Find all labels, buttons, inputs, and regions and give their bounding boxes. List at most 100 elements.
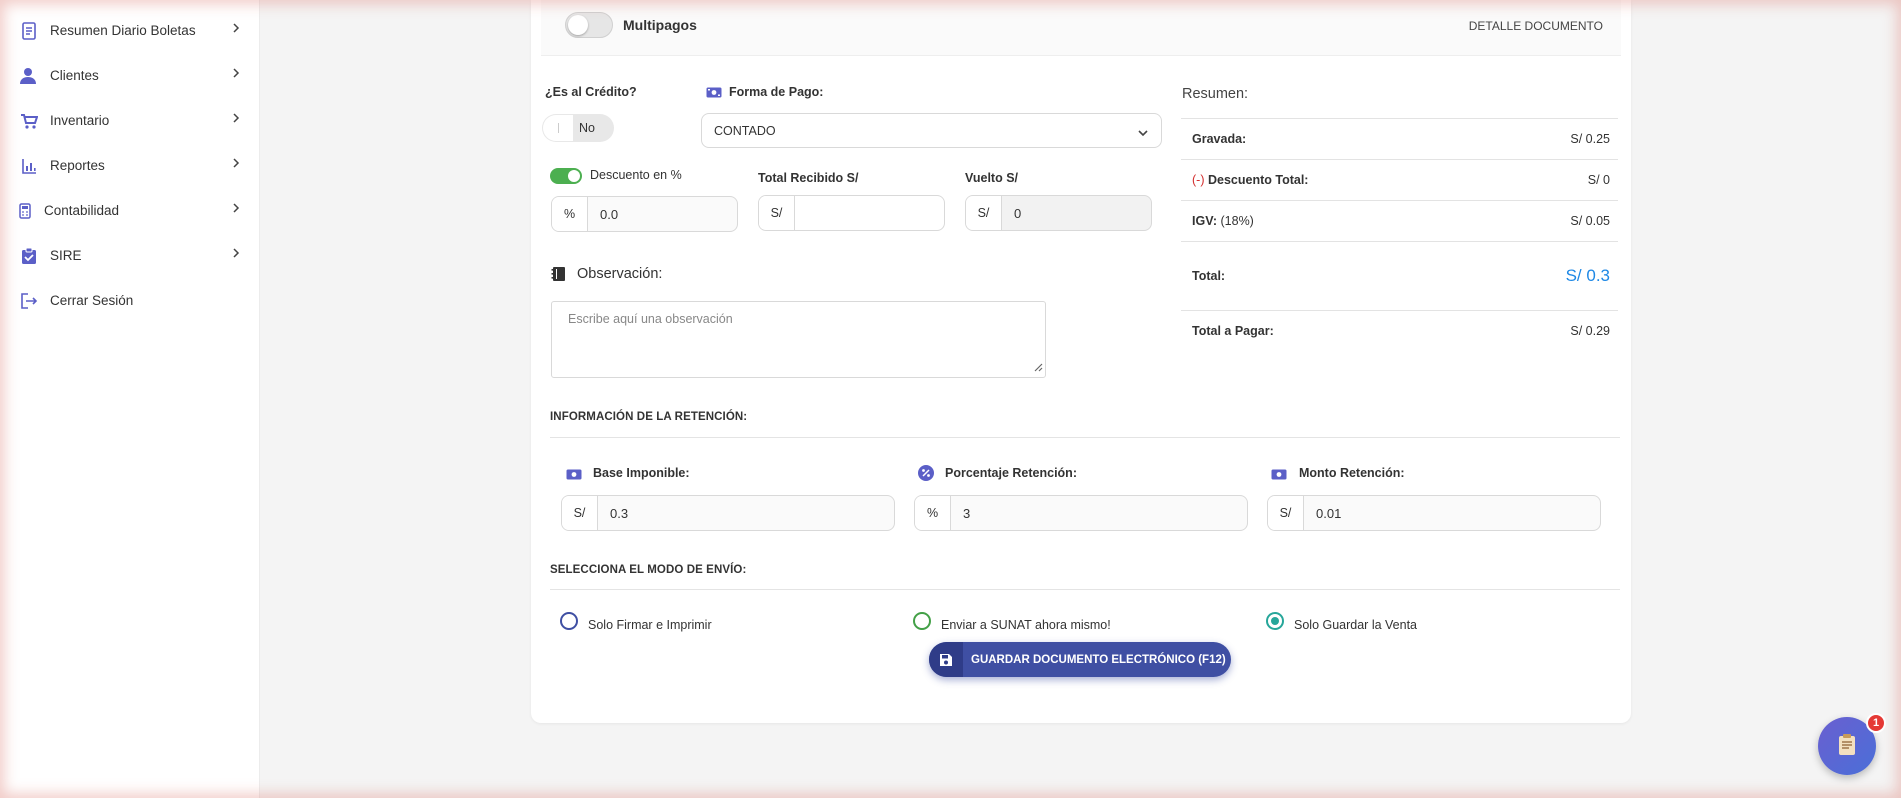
chevron-right-icon — [232, 202, 240, 217]
resize-handle-icon[interactable] — [1033, 361, 1043, 375]
sidebar-item-inventario[interactable]: Inventario — [0, 98, 260, 143]
chart-icon — [18, 155, 40, 177]
sidebar-item-clientes[interactable]: Clientes — [0, 53, 260, 98]
document-form-card: Multipagos DETALLE DOCUMENTO ¿Es al Créd… — [531, 0, 1631, 723]
descuento-label: Descuento en % — [590, 168, 682, 182]
notebook-icon — [551, 266, 566, 285]
forma-pago-label: Forma de Pago: — [729, 85, 824, 99]
igv-text: IGV: — [1192, 214, 1218, 228]
sidebar: Resumen Diario Boletas Clientes Inventar… — [0, 0, 260, 798]
radio-enviar-sunat-label[interactable]: Enviar a SUNAT ahora mismo! — [941, 618, 1111, 632]
detalle-documento-link[interactable]: DETALLE DOCUMENTO — [1469, 19, 1603, 33]
sidebar-item-resumen-diario[interactable]: Resumen Diario Boletas — [0, 8, 260, 53]
total-recibido-value — [795, 196, 944, 230]
sidebar-item-contabilidad[interactable]: Contabilidad — [0, 188, 260, 233]
porcentaje-retencion-label: Porcentaje Retención: — [945, 466, 1077, 480]
calculator-icon — [14, 200, 36, 222]
forma-pago-value: CONTADO — [714, 123, 776, 138]
logout-icon — [18, 290, 40, 312]
porcentaje-value: 3 — [963, 505, 971, 521]
summary-row-igv: IGV: (18%) S/ 0.05 — [1181, 200, 1618, 241]
sidebar-item-label: Reportes — [50, 158, 105, 173]
radio-solo-guardar[interactable] — [1266, 612, 1284, 630]
money-icon — [566, 468, 582, 483]
chevron-right-icon — [232, 22, 240, 37]
gravada-value: S/ 0.25 — [1570, 132, 1610, 146]
vuelto-label: Vuelto S/ — [965, 171, 1019, 185]
igv-rate: (18%) — [1220, 214, 1254, 228]
descuento-total-value: S/ 0 — [1587, 173, 1610, 187]
total-label: Total: — [1192, 269, 1226, 283]
summary-row-total-pagar: Total a Pagar: S/ 0.29 — [1181, 310, 1618, 350]
chevron-right-icon — [232, 67, 240, 82]
radio-solo-firmar-label[interactable]: Solo Firmar e Imprimir — [588, 618, 712, 632]
observacion-placeholder: Escribe aquí una observación — [568, 312, 733, 326]
sidebar-item-label: Cerrar Sesión — [50, 293, 134, 308]
igv-label: IGV: (18%) — [1192, 214, 1254, 228]
porcentaje-addon: % — [915, 496, 951, 530]
sidebar-item-label: Clientes — [50, 68, 99, 83]
vuelto-input: S/ 0 — [965, 195, 1152, 231]
monto-retencion-input: S/ 0.01 — [1267, 495, 1601, 531]
porcentaje-retencion-input: % 3 — [914, 495, 1248, 531]
chevron-right-icon — [232, 247, 240, 262]
radio-solo-firmar[interactable] — [560, 612, 578, 630]
multipagos-toggle[interactable] — [565, 12, 613, 38]
descuento-toggle[interactable] — [550, 168, 582, 184]
multipagos-label: Multipagos — [623, 17, 697, 33]
guardar-documento-button[interactable]: GUARDAR DOCUMENTO ELECTRÓNICO (F12) — [929, 642, 1231, 677]
sidebar-item-sire[interactable]: SIRE — [0, 233, 260, 278]
base-value: 0.3 — [610, 505, 629, 521]
document-icon — [18, 20, 40, 42]
radio-selected-dot — [1271, 617, 1279, 625]
credito-label: ¿Es al Crédito? — [545, 85, 637, 99]
radio-enviar-sunat[interactable] — [913, 612, 931, 630]
guardar-documento-label: GUARDAR DOCUMENTO ELECTRÓNICO (F12) — [971, 653, 1226, 666]
observacion-label: Observación: — [577, 266, 663, 282]
retencion-section-title: INFORMACIÓN DE LA RETENCIÓN: — [550, 411, 748, 423]
observacion-textarea[interactable]: Escribe aquí una observación — [551, 301, 1046, 378]
sidebar-item-label: Inventario — [50, 113, 110, 128]
vuelto-addon: S/ — [966, 196, 1002, 230]
credito-toggle[interactable]: No — [542, 114, 614, 142]
gravada-label: Gravada: — [1192, 132, 1247, 146]
summary-row-total: Total: S/ 0.3 — [1181, 241, 1618, 310]
divider — [550, 589, 1620, 590]
credito-toggle-knob — [543, 115, 573, 141]
money-icon — [706, 86, 722, 101]
total-value: S/ 0.3 — [1565, 266, 1610, 285]
sidebar-item-cerrar-sesion[interactable]: Cerrar Sesión — [0, 278, 260, 323]
users-icon — [18, 65, 40, 87]
chevron-down-icon — [1137, 126, 1149, 140]
percent-icon — [918, 465, 934, 484]
money-icon — [1271, 468, 1287, 483]
monto-addon: S/ — [1268, 496, 1304, 530]
monto-value: 0.01 — [1316, 505, 1342, 521]
total-pagar-label: Total a Pagar: — [1192, 323, 1274, 338]
descuento-addon: % — [552, 197, 588, 231]
chevron-right-icon — [232, 112, 240, 127]
cart-icon — [18, 110, 40, 132]
monto-retencion-label: Monto Retención: — [1299, 466, 1405, 480]
forma-pago-select[interactable]: CONTADO — [701, 113, 1162, 148]
divider — [550, 437, 1620, 438]
receipt-icon — [1836, 733, 1858, 760]
summary-row-descuento: (-) Descuento Total: S/ 0 — [1181, 159, 1618, 200]
card-header: Multipagos DETALLE DOCUMENTO — [541, 0, 1621, 56]
sidebar-item-reportes[interactable]: Reportes — [0, 143, 260, 188]
total-recibido-input[interactable]: S/ — [758, 195, 945, 231]
sidebar-item-label: Resumen Diario Boletas — [50, 23, 196, 38]
sidebar-item-label: SIRE — [50, 248, 82, 263]
base-imponible-input: S/ 0.3 — [561, 495, 895, 531]
descuento-prefix: (-) — [1192, 173, 1205, 187]
total-pagar-value: S/ 0.29 — [1570, 323, 1610, 338]
sidebar-item-label: Contabilidad — [44, 203, 120, 218]
igv-value: S/ 0.05 — [1570, 214, 1610, 228]
clipboard-check-icon — [18, 245, 40, 267]
descuento-value: 0.0 — [600, 206, 619, 222]
notification-badge: 1 — [1866, 713, 1886, 733]
save-icon — [929, 642, 963, 677]
descuento-input[interactable]: % 0.0 — [551, 196, 738, 232]
chevron-right-icon — [232, 157, 240, 172]
radio-solo-guardar-label[interactable]: Solo Guardar la Venta — [1294, 618, 1417, 632]
